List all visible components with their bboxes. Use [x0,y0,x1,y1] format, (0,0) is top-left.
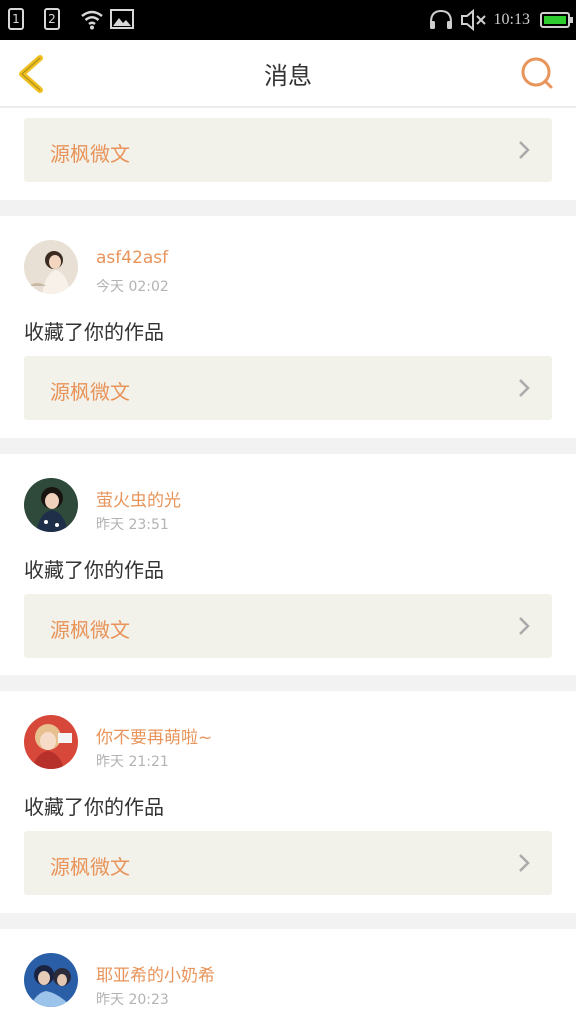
chevron-right-icon [519,854,530,872]
user-name[interactable]: asf42asf [96,248,168,268]
image-icon [110,9,134,29]
headset-icon [429,9,452,29]
user-name[interactable]: 你不要再萌啦~ [96,723,212,748]
status-right-icons: 10:13 [428,8,573,32]
status-time: 10:13 [493,11,530,28]
work-link[interactable]: 源枫微文 [24,594,552,658]
message-card: 你不要再萌啦~ 昨天 21:21 收藏了你的作品 源枫微文 [0,691,576,913]
work-title: 源枫微文 [50,618,130,642]
battery-icon [540,12,573,28]
avatar[interactable] [24,953,78,1007]
sim1-icon: 1 [8,8,24,30]
chevron-right-icon [519,141,530,159]
search-button[interactable] [518,54,558,94]
divider [0,438,576,454]
divider [0,675,576,691]
work-title: 源枫微文 [50,380,130,404]
mute-icon [460,8,486,32]
message-time: 今天 02:02 [96,279,169,295]
work-link[interactable]: 源枫微文 [24,831,552,895]
sim2-label: 2 [48,12,56,26]
user-name[interactable]: 萤火虫的光 [96,486,181,511]
chevron-right-icon [519,617,530,635]
sim1-label: 1 [12,12,20,26]
divider [0,913,576,929]
message-card: 萤火虫的光 昨天 23:51 收藏了你的作品 源枫微文 [0,454,576,675]
sim2-icon: 2 [44,8,60,30]
message-feed[interactable]: 源枫微文 asf42asf 今天 02:02 收藏了你的作品 源枫微文 萤火虫的… [0,108,576,1024]
message-text: 收藏了你的作品 [24,558,164,582]
status-bar: 1 2 10:13 [0,0,576,40]
message-text: 收藏了你的作品 [24,795,164,819]
work-link[interactable]: 源枫微文 [24,356,552,420]
chevron-right-icon [519,379,530,397]
work-title: 源枫微文 [50,142,130,166]
avatar[interactable] [24,715,78,769]
message-card: asf42asf 今天 02:02 收藏了你的作品 源枫微文 [0,216,576,438]
work-title: 源枫微文 [50,855,130,879]
message-time: 昨天 23:51 [96,517,169,533]
message-time: 昨天 21:21 [96,754,169,770]
user-name[interactable]: 耶亚希的小奶希 [96,961,215,986]
avatar[interactable] [24,478,78,532]
avatar[interactable] [24,240,78,294]
status-left-icons: 1 2 [8,8,134,30]
message-time: 昨天 20:23 [96,992,169,1008]
work-link[interactable]: 源枫微文 [24,118,552,182]
message-text: 收藏了你的作品 [24,320,164,344]
message-card: 耶亚希的小奶希 昨天 20:23 [0,929,576,1024]
wifi-icon [81,10,103,30]
message-card-partial: 源枫微文 [0,108,576,200]
divider [0,200,576,216]
page-title: 消息 [264,62,312,90]
nav-bar: 消息 [0,40,576,108]
